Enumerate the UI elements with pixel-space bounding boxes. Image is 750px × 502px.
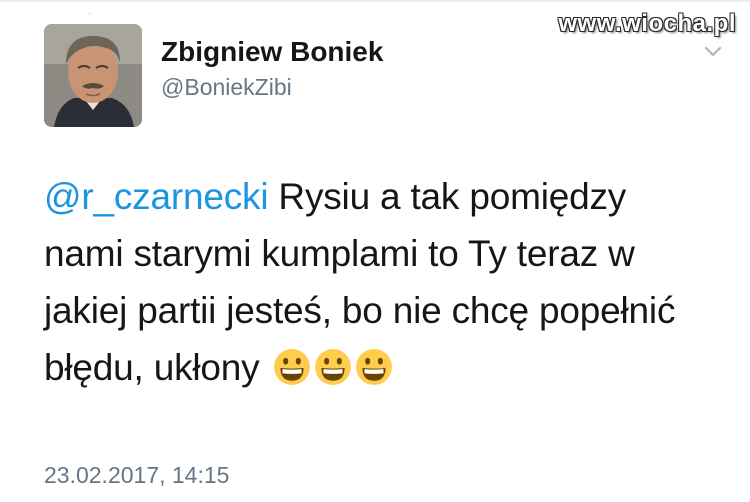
author-handle[interactable]: @BoniekZibi bbox=[161, 74, 292, 101]
top-divider bbox=[0, 0, 750, 2]
grinning-face-icon bbox=[314, 349, 351, 385]
tweet-line-4: błędu, ukłony bbox=[44, 339, 724, 402]
tweet-card: ◦ www.wiocha.pl Zbigniew Boniek @BoniekZ… bbox=[0, 0, 750, 502]
author-name[interactable]: Zbigniew Boniek bbox=[161, 36, 383, 68]
watermark: www.wiocha.pl bbox=[558, 10, 736, 37]
avatar[interactable] bbox=[44, 24, 142, 127]
mention-link[interactable]: @r_czarnecki bbox=[44, 176, 269, 217]
grinning-face-icon bbox=[355, 349, 392, 385]
tweet-line-1-text: Rysiu a tak pomiędzy bbox=[268, 176, 627, 217]
emoji-row bbox=[270, 345, 393, 402]
tweet-line-3: jakiej partii jesteś, bo nie chcę popełn… bbox=[44, 290, 676, 331]
tweet-line-1: @r_czarnecki Rysiu a tak pomiędzy bbox=[44, 168, 724, 225]
tweet-text: @r_czarnecki Rysiu a tak pomiędzy nami s… bbox=[44, 168, 724, 402]
tweet-line-2: nami starymi kumplami to Ty teraz w bbox=[44, 233, 635, 274]
timestamp[interactable]: 23.02.2017, 14:15 bbox=[44, 462, 229, 489]
grinning-face-icon bbox=[273, 349, 310, 385]
faint-mark-icon: ◦ bbox=[88, 8, 92, 20]
chevron-down-icon[interactable] bbox=[701, 40, 725, 64]
tweet-line-4-text: błędu, ukłony bbox=[44, 347, 260, 388]
avatar-portrait-icon bbox=[44, 24, 142, 127]
